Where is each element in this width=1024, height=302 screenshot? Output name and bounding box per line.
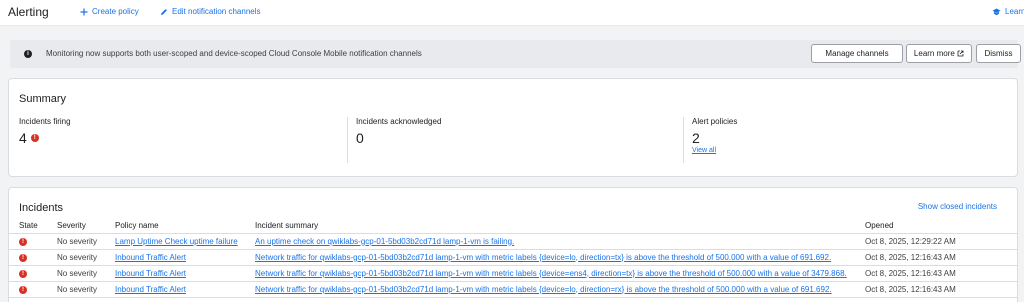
incidents-title: Incidents <box>19 202 64 214</box>
column-header-policy-name[interactable]: Policy name <box>105 219 245 234</box>
table-row[interactable]: ! No severity Lamp Uptime Check uptime f… <box>9 233 1017 250</box>
table-header-row: State Severity Policy name Incident summ… <box>9 219 1017 234</box>
school-icon <box>992 8 1001 15</box>
alert-policies-value: 2 <box>692 130 700 146</box>
error-icon: ! <box>19 286 27 294</box>
summary-card: Summary Incidents firing 4 ! Incidents a… <box>8 78 1018 177</box>
notification-banner: i Monitoring now supports both user-scop… <box>10 40 1021 68</box>
pencil-icon <box>161 8 167 15</box>
error-icon: ! <box>19 238 27 246</box>
alert-policies-metric: Alert policies 2 View all <box>683 117 1013 163</box>
show-closed-incidents-button[interactable]: Show closed incidents <box>918 202 997 211</box>
info-icon: i <box>24 50 32 58</box>
edit-notification-channels-button[interactable]: Edit notification channels <box>160 7 261 16</box>
column-header-state[interactable]: State <box>9 219 47 234</box>
policy-name-link[interactable]: Inbound Traffic Alert <box>105 249 245 266</box>
plus-icon <box>80 8 88 15</box>
alert-policies-label: Alert policies <box>692 117 738 126</box>
create-policy-button[interactable]: Create policy <box>80 7 139 16</box>
edit-channels-label: Edit notification channels <box>172 7 261 16</box>
incidents-card: Incidents Show closed incidents State Se… <box>8 187 1018 302</box>
policy-name-link[interactable]: Inbound Traffic Alert <box>105 281 245 298</box>
table-row[interactable]: ! No severity Inbound Traffic Alert Netw… <box>9 249 1017 266</box>
error-icon: ! <box>19 270 27 278</box>
incidents-acknowledged-value: 0 <box>356 130 364 146</box>
incident-summary-link[interactable]: An uptime check on qwiklabs-gcp-01-5bd03… <box>245 233 855 250</box>
incidents-acknowledged-label: Incidents acknowledged <box>356 117 442 126</box>
incident-summary-link[interactable]: Network traffic for qwiklabs-gcp-01-5bd0… <box>245 265 855 282</box>
opened-cell: Oct 8, 2025, 12:29:22 AM <box>855 233 1017 250</box>
incidents-firing-value: 4 <box>19 130 27 146</box>
table-row[interactable]: ! No severity Inbound Traffic Alert Netw… <box>9 265 1017 282</box>
create-policy-label: Create policy <box>92 7 139 16</box>
policy-name-link[interactable]: Lamp Uptime Check uptime failure <box>105 233 245 250</box>
banner-message: Monitoring now supports both user-scoped… <box>46 49 422 58</box>
incident-summary-link[interactable]: Network traffic for qwiklabs-gcp-01-5bd0… <box>245 281 855 298</box>
dismiss-button[interactable]: Dismiss <box>976 44 1021 63</box>
error-icon: ! <box>19 254 27 262</box>
page-title: Alerting <box>8 5 49 19</box>
incidents-firing-metric: Incidents firing 4 ! <box>19 117 349 163</box>
error-icon: ! <box>30 134 39 142</box>
external-link-icon <box>957 50 964 57</box>
opened-cell: Oct 8, 2025, 12:16:43 AM <box>855 281 1017 298</box>
incident-summary-link[interactable]: Network traffic for qwiklabs-gcp-01-5bd0… <box>245 249 855 266</box>
learn-button[interactable]: Learn <box>992 7 1024 16</box>
opened-cell: Oct 8, 2025, 12:16:43 AM <box>855 249 1017 266</box>
incidents-acknowledged-metric: Incidents acknowledged 0 <box>347 117 677 163</box>
column-header-severity[interactable]: Severity <box>47 219 105 234</box>
severity-cell: No severity <box>47 265 105 282</box>
opened-cell: Oct 8, 2025, 12:16:43 AM <box>855 265 1017 282</box>
manage-channels-button[interactable]: Manage channels <box>811 44 903 63</box>
policy-name-link[interactable]: Inbound Traffic Alert <box>105 265 245 282</box>
severity-cell: No severity <box>47 281 105 298</box>
column-header-opened[interactable]: Opened <box>855 219 1017 234</box>
summary-title: Summary <box>19 93 67 105</box>
view-all-link[interactable]: View all <box>692 147 1013 154</box>
severity-cell: No severity <box>47 233 105 250</box>
learn-more-label: Learn more <box>913 49 955 58</box>
incidents-table: State Severity Policy name Incident summ… <box>9 219 1017 298</box>
incidents-firing-label: Incidents firing <box>19 117 71 126</box>
severity-cell: No severity <box>47 249 105 266</box>
top-bar: Alerting Create policy Edit notification… <box>0 0 1024 26</box>
learn-label: Learn <box>1005 7 1024 16</box>
column-header-incident-summary[interactable]: Incident summary <box>245 219 855 234</box>
table-row[interactable]: ! No severity Inbound Traffic Alert Netw… <box>9 281 1017 298</box>
learn-more-button[interactable]: Learn more <box>906 44 972 63</box>
